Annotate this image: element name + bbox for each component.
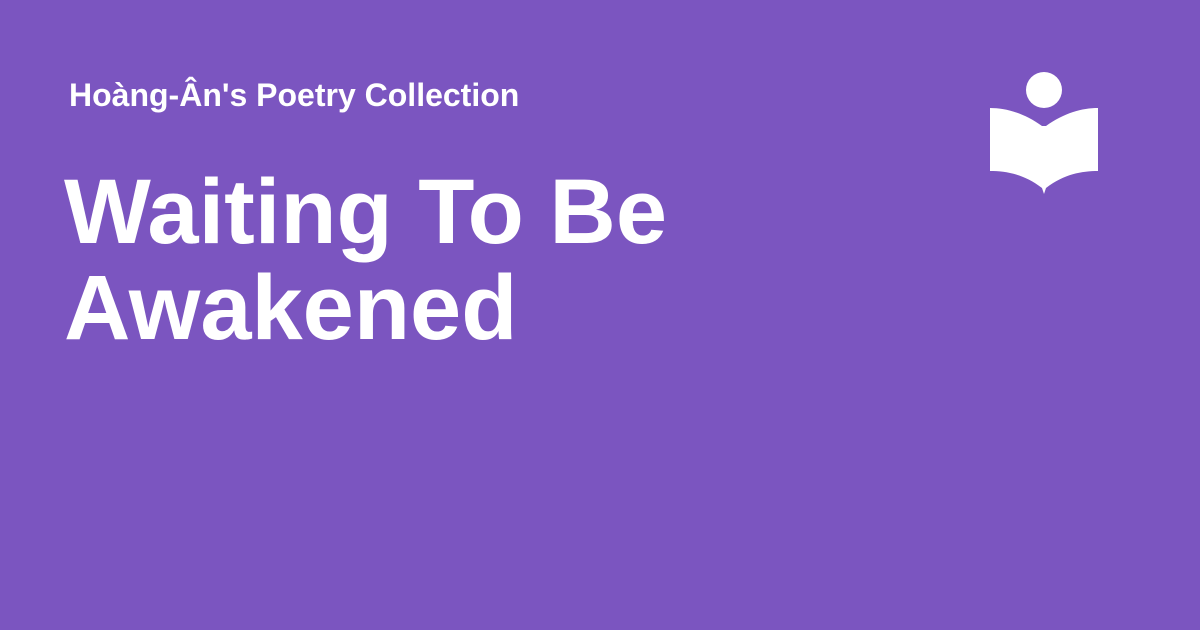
reader-book-icon xyxy=(988,70,1100,198)
poem-title: Waiting To Be Awakened xyxy=(64,161,668,359)
collection-label: Hoàng-Ân's Poetry Collection xyxy=(69,77,520,113)
poetry-card: Hoàng-Ân's Poetry Collection Waiting To … xyxy=(0,0,1200,630)
